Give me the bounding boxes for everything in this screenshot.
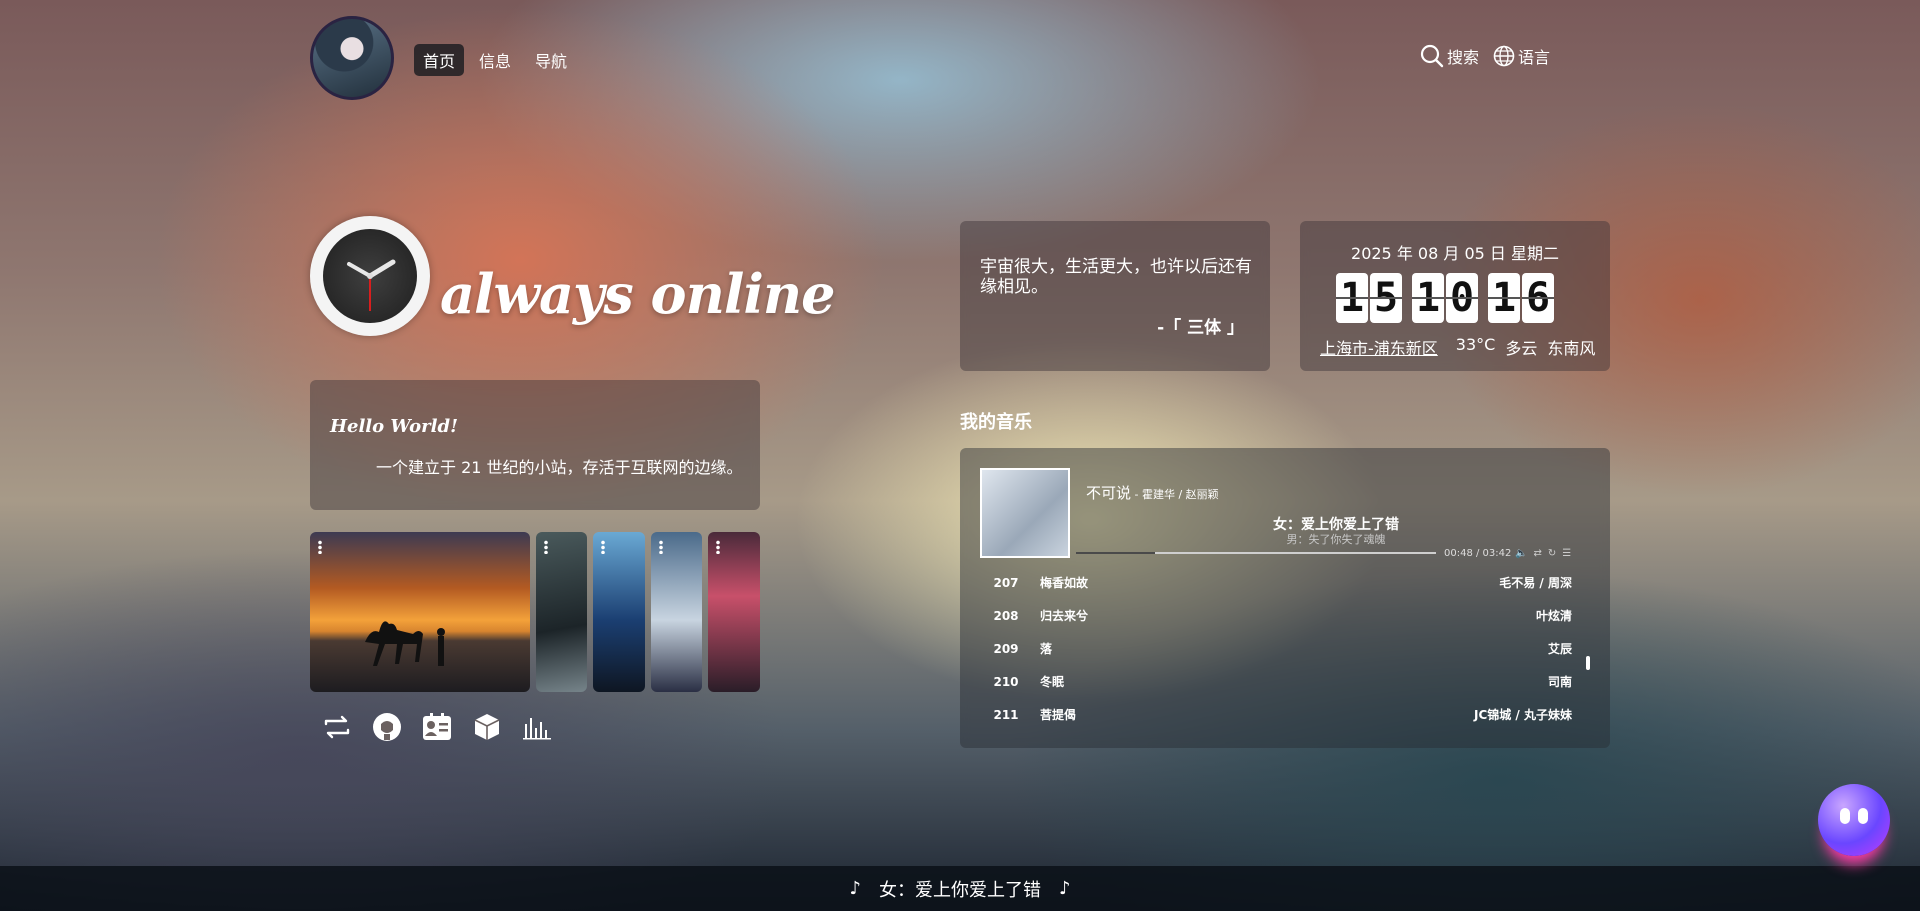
- gallery-photo-sky[interactable]: [593, 532, 645, 692]
- track-number: 209: [993, 641, 1019, 656]
- nav-link-navigation[interactable]: 导航: [526, 44, 576, 76]
- loop-icon[interactable]: ↻: [1548, 548, 1556, 559]
- track-artist: 叶炫清: [1535, 609, 1572, 623]
- gallery-photo-city[interactable]: [708, 532, 760, 692]
- album-cover[interactable]: [980, 468, 1070, 558]
- track-number: 210: [993, 674, 1019, 689]
- track-artist: 艾辰: [1547, 642, 1572, 656]
- bar-chart-icon[interactable]: [522, 712, 552, 742]
- search-label: 搜索: [1446, 48, 1479, 67]
- weather-location[interactable]: 上海市-浦东新区: [1320, 335, 1438, 359]
- track-artist: 司南: [1547, 675, 1572, 689]
- github-icon[interactable]: [372, 712, 402, 742]
- clock-digit: 1: [1412, 273, 1444, 323]
- language-label: 语言: [1517, 48, 1550, 67]
- playlist-item[interactable]: 209 落 艾辰: [980, 632, 1580, 665]
- song-title: 不可说: [1086, 484, 1132, 502]
- date-text: 2025 年 08 月 05 日 星期二: [1351, 244, 1559, 263]
- footer-lyric: 女：爱上你爱上了错: [879, 879, 1041, 901]
- shuffle-icon[interactable]: ⇄: [1533, 548, 1541, 559]
- intro-description: 一个建立于 21 世纪的小站，存活于互联网的边缘。: [376, 458, 743, 477]
- repeat-icon[interactable]: [322, 712, 352, 742]
- lyric-secondary: 男：失了你失了魂魄: [1286, 533, 1386, 546]
- song-artist: - 霍建华 / 赵丽颖: [1131, 488, 1219, 501]
- site-logo-text: always online: [440, 262, 835, 326]
- volume-icon[interactable]: 🔈: [1515, 548, 1527, 559]
- quote-source: -「 三体 」: [1157, 318, 1244, 338]
- progress-bar[interactable]: [1076, 552, 1436, 554]
- robot-eye: [1840, 808, 1850, 824]
- progress-fill: [1076, 552, 1156, 554]
- flip-clock: 1 5 1 0 1 6: [1336, 273, 1560, 323]
- quote-text: 宇宙很大，生活更大，也许以后还有缘相见。: [980, 257, 1252, 297]
- playlist-item[interactable]: 208 归去来兮 叶炫清: [980, 599, 1580, 632]
- search-button[interactable]: 搜索: [1420, 44, 1479, 68]
- time-weather-card: 2025 年 08 月 05 日 星期二 1 5 1 0 1 6 上海市-浦东新…: [1300, 221, 1610, 371]
- track-name: 归去来兮: [1040, 609, 1089, 623]
- cube-icon[interactable]: [472, 712, 502, 742]
- intro-card: Hello World! 一个建立于 21 世纪的小站，存活于互联网的边缘。: [310, 380, 760, 510]
- assistant-robot-button[interactable]: [1818, 784, 1890, 856]
- weather-wind: 东南风: [1547, 339, 1596, 358]
- play-time: 00:48 / 03:42: [1444, 548, 1512, 559]
- more-icon[interactable]: [716, 540, 721, 554]
- more-icon[interactable]: [601, 540, 606, 554]
- track-number: 211: [993, 707, 1019, 722]
- photo-gallery: [310, 532, 760, 692]
- music-note-icon: ♪: [1059, 878, 1071, 899]
- clock-digit: 1: [1488, 273, 1520, 323]
- nav-link-info[interactable]: 信息: [470, 44, 520, 76]
- id-card-icon[interactable]: [422, 712, 452, 742]
- music-player: 不可说 - 霍建华 / 赵丽颖 女：爱上你爱上了错 男：失了你失了魂魄 00:4…: [960, 448, 1610, 748]
- song-info: 不可说 - 霍建华 / 赵丽颖: [1086, 482, 1219, 503]
- weather-info: 上海市-浦东新区 33°C 多云 东南风: [1320, 335, 1595, 359]
- track-artist: JC锦城 / 丸子妹妹: [1473, 708, 1572, 722]
- lyric-bar: ♪ 女：爱上你爱上了错 ♪: [0, 866, 1920, 911]
- playlist-scrollbar[interactable]: [1586, 656, 1590, 670]
- clock-digit: 6: [1522, 273, 1554, 323]
- track-number: 208: [993, 608, 1019, 623]
- nav-tools: 搜索 语言: [1420, 44, 1550, 68]
- playlist-item[interactable]: 211 菩提偈 JC锦城 / 丸子妹妹: [980, 698, 1580, 731]
- playlist-item[interactable]: 210 冬眠 司南: [980, 665, 1580, 698]
- playlist-item[interactable]: 207 梅香如故 毛不易 / 周深: [980, 566, 1580, 599]
- track-number: 207: [993, 575, 1019, 590]
- more-icon[interactable]: [658, 540, 663, 554]
- top-nav: 首页 信息 导航 搜索 语言: [310, 14, 1550, 100]
- intro-title: Hello World!: [330, 416, 458, 437]
- nav-link-home[interactable]: 首页: [414, 44, 465, 76]
- track-name: 梅香如故: [1040, 576, 1089, 590]
- music-note-icon: ♪: [849, 878, 862, 899]
- track-artist: 毛不易 / 周深: [1499, 576, 1572, 590]
- track-name: 落: [1040, 642, 1053, 656]
- music-section-title: 我的音乐: [960, 412, 1032, 433]
- weather-temperature: 33°C: [1455, 335, 1496, 354]
- more-icon[interactable]: [543, 540, 548, 554]
- track-name: 冬眠: [1040, 675, 1065, 689]
- robot-eye: [1858, 808, 1868, 824]
- clock-digit: 0: [1446, 273, 1478, 323]
- nav-links: 首页 信息 导航: [414, 44, 576, 76]
- weather-condition: 多云: [1505, 339, 1538, 358]
- track-name: 菩提偈: [1040, 708, 1077, 722]
- clock-logo-icon: [310, 216, 430, 336]
- search-icon: [1420, 44, 1444, 68]
- clock-digit: 5: [1370, 273, 1402, 323]
- social-links: [322, 712, 552, 742]
- avatar[interactable]: [310, 16, 394, 100]
- clock-digit: 1: [1336, 273, 1368, 323]
- gallery-photo-desert[interactable]: [310, 532, 530, 692]
- quote-card: 宇宙很大，生活更大，也许以后还有缘相见。 -「 三体 」: [960, 221, 1270, 371]
- player-controls: 🔈 ⇄ ↻ ☰: [1515, 548, 1571, 559]
- globe-icon: [1493, 45, 1515, 67]
- playlist-icon[interactable]: ☰: [1562, 548, 1571, 559]
- playlist: 207 梅香如故 毛不易 / 周深 208 归去来兮 叶炫清 209 落 艾辰 …: [980, 566, 1580, 731]
- gallery-photo-portrait[interactable]: [535, 532, 588, 692]
- gallery-photo-station[interactable]: [650, 532, 703, 692]
- language-button[interactable]: 语言: [1493, 44, 1550, 68]
